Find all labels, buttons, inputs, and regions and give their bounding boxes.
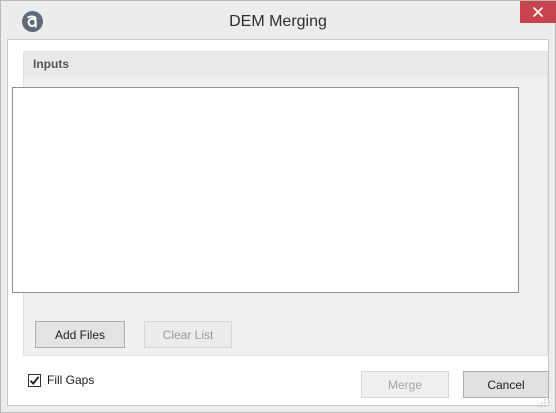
inputs-header: Inputs (24, 52, 547, 76)
cancel-button[interactable]: Cancel (463, 371, 549, 398)
fill-gaps-label[interactable]: Fill Gaps (47, 373, 94, 387)
fill-gaps-checkbox[interactable] (28, 373, 41, 387)
fill-gaps-option[interactable]: Fill Gaps (28, 373, 94, 387)
dialog-body: Inputs Add Files Clear List Fill Gaps Me… (7, 39, 549, 407)
resize-grip-icon[interactable] (538, 395, 546, 407)
clear-list-button[interactable]: Clear List (144, 321, 232, 348)
merge-button[interactable]: Merge (361, 371, 449, 398)
checkmark-icon (29, 375, 40, 385)
input-files-list[interactable] (12, 87, 519, 293)
inputs-header-label: Inputs (33, 57, 69, 71)
close-button[interactable] (520, 1, 556, 23)
close-icon (533, 7, 543, 17)
add-files-button[interactable]: Add Files (35, 321, 125, 348)
window-title: DEM Merging (229, 13, 327, 30)
dem-merging-dialog: DEM Merging Inputs Add Files Clear List … (0, 0, 556, 413)
title-bar[interactable]: DEM Merging (1, 1, 556, 39)
